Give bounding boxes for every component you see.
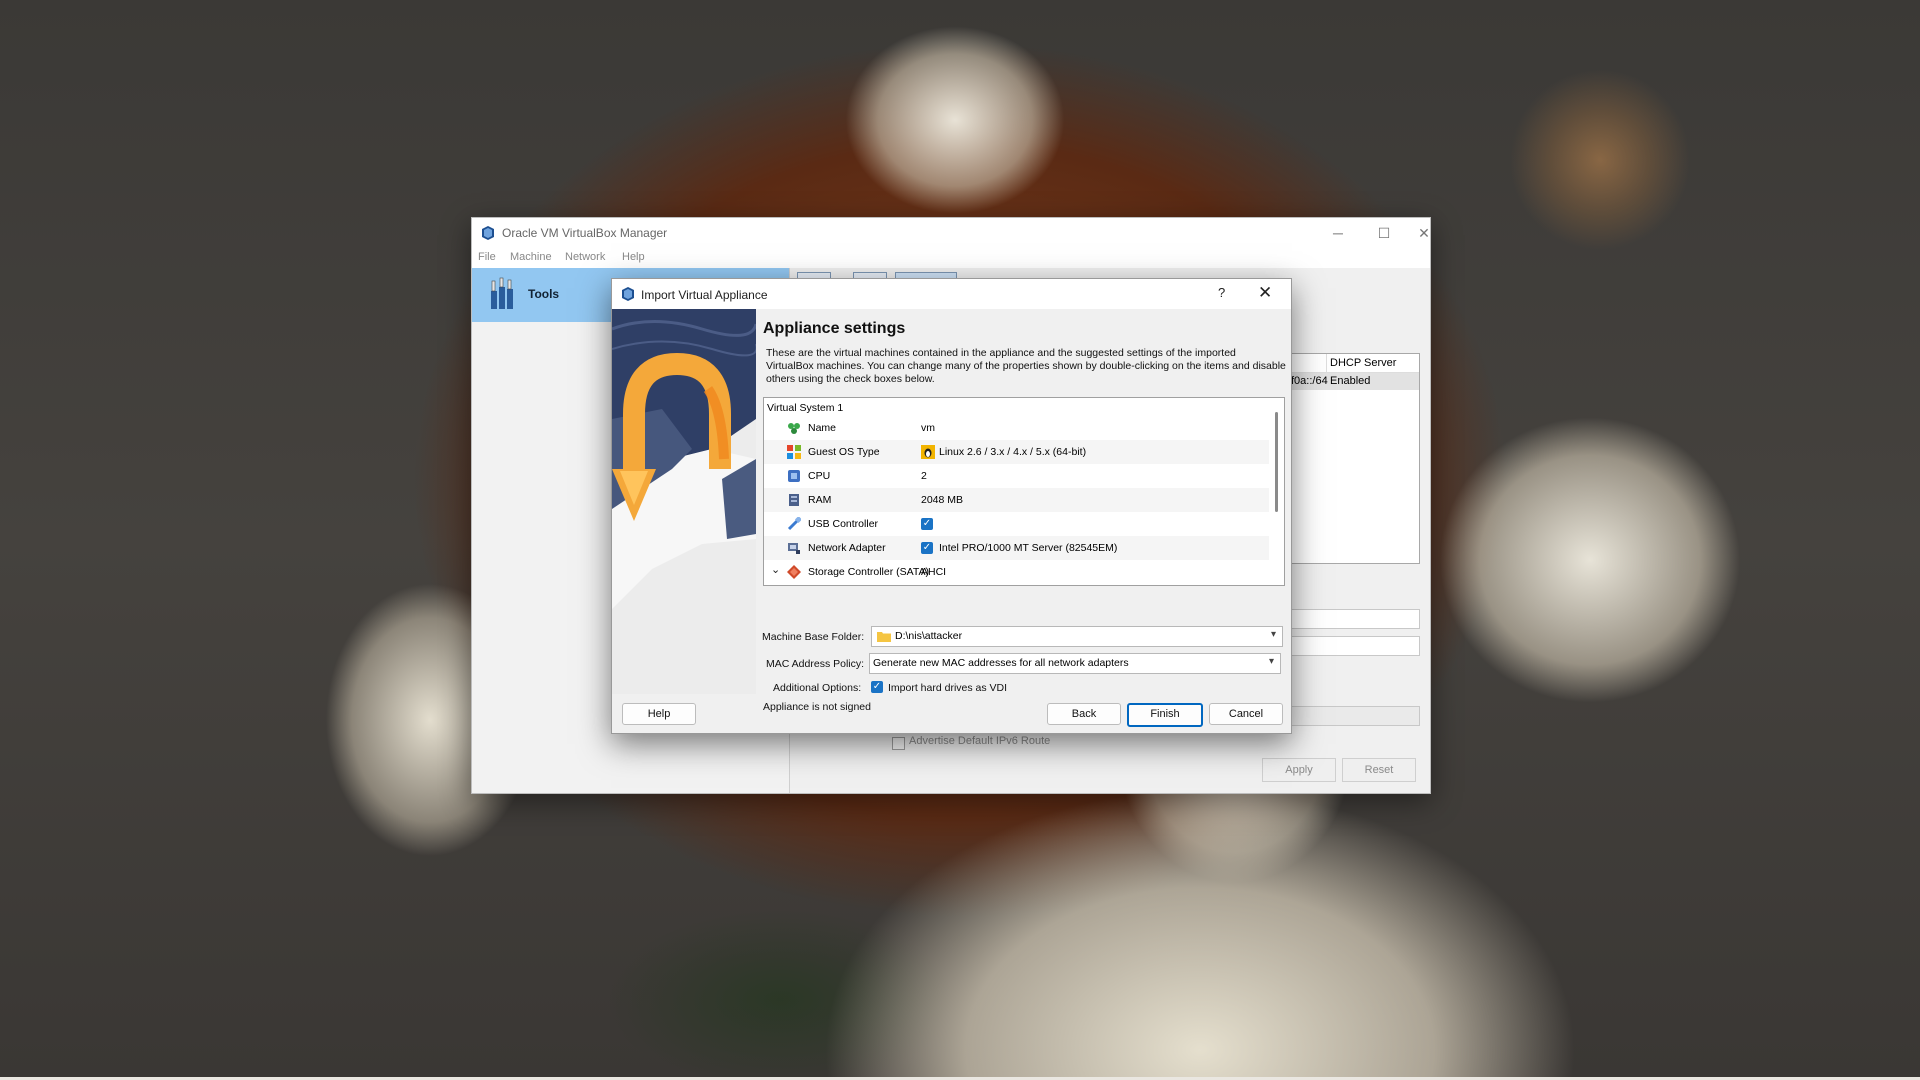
- menu-machine[interactable]: Machine: [510, 251, 552, 263]
- signature-status: Appliance is not signed: [763, 701, 871, 713]
- base-folder-value: D:\nis\attacker: [895, 630, 963, 642]
- dialog-close-icon[interactable]: ✕: [1258, 283, 1272, 303]
- tree-row-storage[interactable]: ⌄ Storage Controller (SATA) AHCI: [764, 560, 1269, 584]
- tree-row-ram[interactable]: RAM 2048 MB: [764, 488, 1269, 512]
- appliance-settings-tree[interactable]: Virtual System 1 Name vm Guest OS Type L…: [763, 397, 1285, 586]
- storage-icon: [787, 565, 801, 579]
- virtualbox-logo-icon: [622, 287, 634, 301]
- finish-button[interactable]: Finish: [1127, 703, 1203, 727]
- virtual-system-group[interactable]: Virtual System 1: [767, 402, 843, 414]
- tools-icon: [491, 277, 513, 309]
- mac-policy-select[interactable]: Generate new MAC addresses for all netwo…: [869, 653, 1281, 674]
- host-network-table[interactable]: DHCP Server f0a::/64 Enabled: [1289, 353, 1420, 564]
- additional-options-label: Additional Options:: [773, 682, 862, 694]
- tree-value[interactable]: 2: [921, 470, 927, 482]
- dialog-title: Import Virtual Appliance: [641, 288, 768, 302]
- mac-policy-label: MAC Address Policy:: [766, 658, 865, 670]
- tree-value[interactable]: 2048 MB: [921, 494, 963, 506]
- tree-label: Network Adapter: [808, 542, 886, 554]
- usb-controller-checkbox[interactable]: ✓: [921, 518, 933, 530]
- base-folder-selector[interactable]: D:\nis\attacker ▾: [871, 626, 1283, 647]
- cancel-button[interactable]: Cancel: [1209, 703, 1283, 725]
- close-icon[interactable]: ✕: [1401, 218, 1447, 248]
- folder-icon: [877, 632, 891, 642]
- chevron-down-icon[interactable]: ⌄: [771, 563, 780, 576]
- base-folder-label: Machine Base Folder:: [762, 631, 865, 643]
- context-help-icon[interactable]: ?: [1218, 285, 1225, 300]
- import-vdi-label[interactable]: Import hard drives as VDI: [888, 682, 1007, 694]
- menu-file[interactable]: File: [478, 251, 496, 263]
- tree-label: RAM: [808, 494, 832, 506]
- network-adapter-checkbox[interactable]: ✓: [921, 542, 933, 554]
- back-button[interactable]: Back: [1047, 703, 1121, 725]
- main-menubar: File Machine Network Help: [472, 248, 1430, 268]
- tree-label: USB Controller: [808, 518, 879, 530]
- main-titlebar[interactable]: Oracle VM VirtualBox Manager ─ ☐ ✕: [472, 218, 1430, 248]
- import-vdi-checkbox[interactable]: ✓: [871, 681, 883, 693]
- cpu-icon: [788, 470, 800, 482]
- main-window-title: Oracle VM VirtualBox Manager: [502, 226, 668, 240]
- chevron-down-icon: ▾: [1270, 629, 1276, 640]
- tree-label: CPU: [808, 470, 831, 482]
- mac-policy-value: Generate new MAC addresses for all netwo…: [873, 657, 1129, 669]
- dhcp-status-cell: Enabled: [1330, 375, 1371, 387]
- ipv6-prefix-cell: f0a::/64: [1291, 375, 1328, 387]
- ram-icon: [789, 494, 799, 506]
- tree-value[interactable]: Linux 2.6 / 3.x / 4.x / 5.x (64-bit): [939, 446, 1086, 458]
- os-type-icon: [787, 445, 801, 459]
- chevron-down-icon: ▾: [1268, 656, 1274, 667]
- advertise-ipv6-label: Advertise Default IPv6 Route: [909, 735, 1051, 747]
- name-icon: [788, 423, 800, 434]
- tree-value[interactable]: Intel PRO/1000 MT Server (82545EM): [939, 542, 1117, 554]
- ipv4-mask-field[interactable]: [1289, 636, 1420, 656]
- network-adapter-icon: [788, 543, 800, 554]
- menu-help[interactable]: Help: [622, 251, 645, 263]
- table-row[interactable]: f0a::/64 Enabled: [1290, 373, 1419, 390]
- menu-network[interactable]: Network: [565, 251, 605, 263]
- ipv4-address-field[interactable]: [1289, 609, 1420, 629]
- virtualbox-logo-icon: [482, 226, 494, 240]
- dialog-titlebar[interactable]: Import Virtual Appliance ? ✕: [612, 279, 1291, 309]
- tree-row-network[interactable]: Network Adapter ✓ Intel PRO/1000 MT Serv…: [764, 536, 1269, 560]
- tools-label: Tools: [528, 287, 560, 301]
- tree-label: Guest OS Type: [808, 446, 880, 458]
- tree-row-guest-os[interactable]: Guest OS Type Linux 2.6 / 3.x / 4.x / 5.…: [764, 440, 1269, 464]
- tree-scrollbar[interactable]: [1275, 412, 1278, 512]
- linux-os-icon: [921, 445, 935, 459]
- table-header: DHCP Server: [1290, 354, 1419, 373]
- usb-icon: [787, 517, 801, 531]
- advertise-ipv6-checkbox[interactable]: [892, 737, 905, 750]
- import-appliance-dialog: Import Virtual Appliance ? ✕ Appliance s…: [611, 278, 1292, 734]
- tree-label: Name: [808, 422, 837, 434]
- ipv6-prefix-field[interactable]: [1289, 706, 1420, 726]
- minimize-icon[interactable]: ─: [1315, 218, 1361, 248]
- tree-value[interactable]: vm: [921, 422, 935, 434]
- reset-button[interactable]: Reset: [1342, 758, 1416, 782]
- tree-label: Storage Controller (SATA): [808, 566, 929, 578]
- table-header-cell: [1290, 354, 1327, 372]
- tree-value[interactable]: AHCI: [921, 566, 946, 578]
- tree-row-usb[interactable]: USB Controller ✓: [764, 512, 1269, 536]
- wizard-illustration: [612, 309, 756, 694]
- dhcp-server-header: DHCP Server: [1330, 357, 1397, 369]
- help-button[interactable]: Help: [622, 703, 696, 725]
- tree-row-cpu[interactable]: CPU 2: [764, 464, 1269, 488]
- tree-row-name[interactable]: Name vm: [764, 416, 1269, 440]
- page-description: These are the virtual machines contained…: [766, 347, 1286, 385]
- page-heading: Appliance settings: [763, 320, 906, 337]
- apply-button[interactable]: Apply: [1262, 758, 1336, 782]
